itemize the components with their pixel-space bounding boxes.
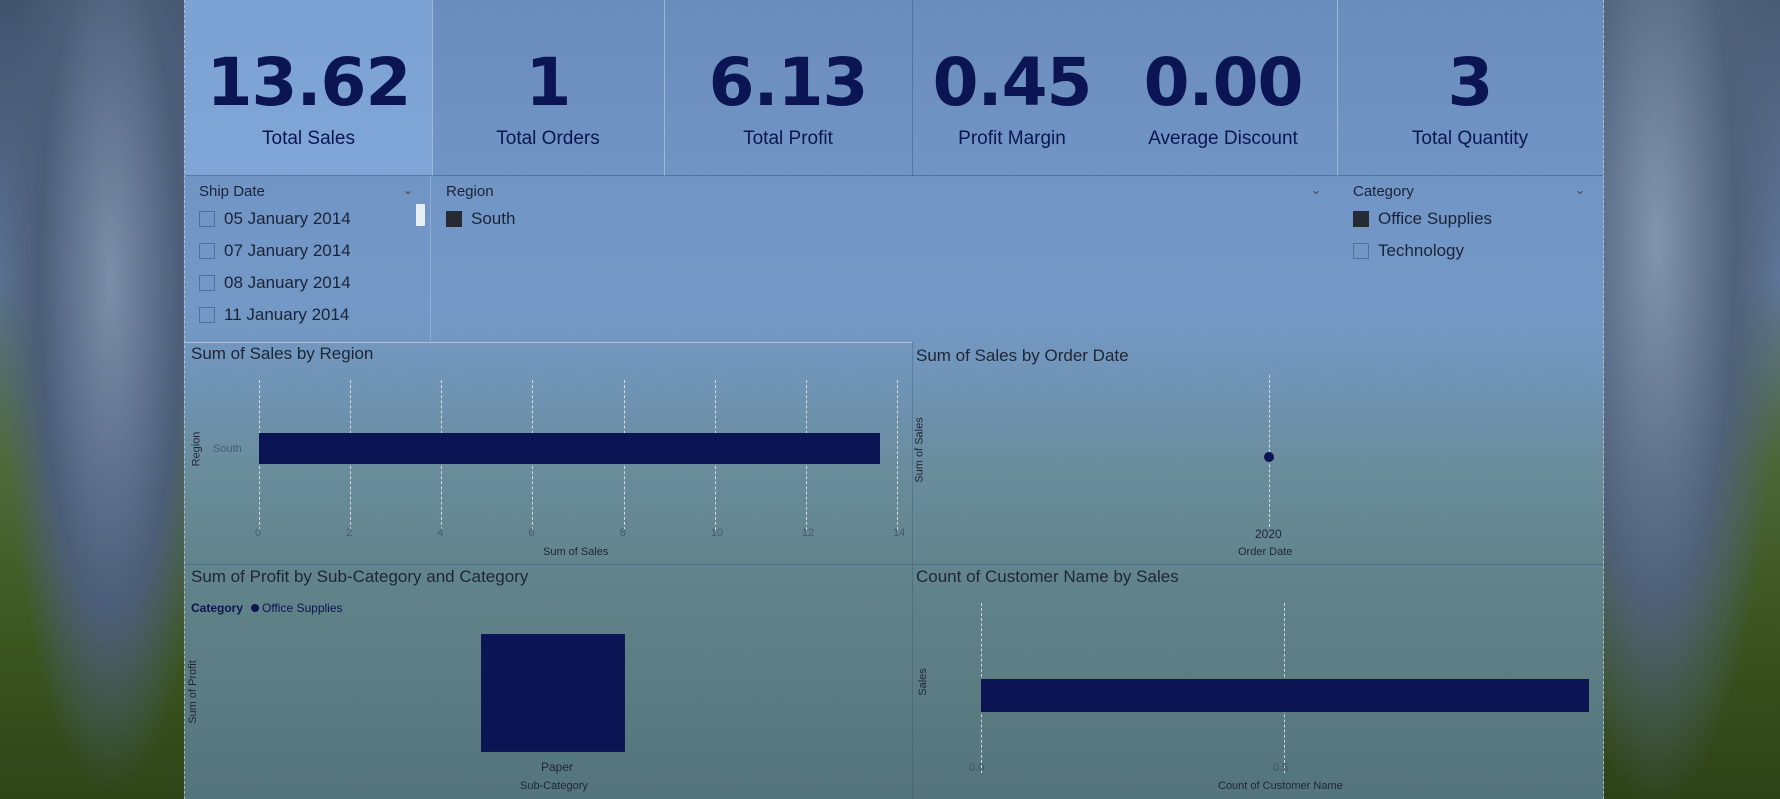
kpi-label: Total Profit (743, 128, 833, 149)
background-left (0, 0, 184, 799)
divider (912, 342, 913, 799)
divider (912, 0, 913, 176)
legend-title: Category (191, 601, 244, 615)
kpi-label: Total Sales (262, 128, 355, 149)
slicer-item[interactable]: 08 January 2014 (199, 273, 351, 293)
kpi-card-average-discount[interactable]: 0.00 Average Discount (1112, 0, 1334, 176)
y-axis-title: Region (190, 431, 203, 467)
x-tick-label: 4 (437, 527, 444, 539)
kpi-value: 0.00 (1143, 44, 1304, 121)
x-tick-label: 2020 (1255, 527, 1282, 541)
kpi-value: 6.13 (708, 44, 869, 121)
chart-title: Sum of Sales by Region (191, 344, 374, 363)
x-tick-label: 0.5 (1273, 762, 1289, 774)
chart-title: Sum of Sales by Order Date (916, 346, 1129, 365)
kpi-card-total-profit[interactable]: 6.13 Total Profit (664, 0, 912, 176)
kpi-card-total-orders[interactable]: 1 Total Orders (432, 0, 664, 176)
background-right (1604, 0, 1780, 799)
legend-item-label[interactable]: Office Supplies (262, 601, 343, 615)
legend-marker (251, 604, 260, 612)
checkbox[interactable] (1353, 211, 1369, 227)
slicer-item-label: 11 January 2014 (224, 305, 350, 324)
checkbox[interactable] (199, 275, 215, 291)
slicer-item-label: Office Supplies (1378, 209, 1493, 228)
slicer-item-label: 07 January 2014 (224, 241, 351, 260)
slicer-item[interactable]: 11 January 2014 (199, 305, 349, 325)
x-axis-title: Order Date (1238, 546, 1293, 558)
divider (185, 342, 912, 343)
y-tick-label: South (213, 443, 242, 455)
divider (185, 175, 1603, 176)
y-axis-title: Sales (916, 668, 929, 696)
chart-title: Count of Customer Name by Sales (916, 567, 1179, 586)
x-tick-label: 2 (346, 527, 353, 539)
bar-paper[interactable] (481, 634, 625, 752)
divider (432, 0, 433, 176)
x-axis-title: Sub-Category (520, 780, 588, 792)
x-tick-label: Paper (541, 760, 574, 774)
slicer-scrollbar[interactable] (416, 204, 425, 226)
divider (1337, 0, 1338, 176)
x-axis-title: Count of Customer Name (1218, 780, 1343, 792)
checkbox[interactable] (199, 211, 215, 227)
slicer-item-label: Technology (1378, 241, 1465, 260)
bar-count[interactable] (981, 679, 1589, 712)
slicer-item-label: 08 January 2014 (224, 273, 351, 292)
report-canvas: 13.62 Total Sales 1 Total Orders 6.13 To… (184, 0, 1604, 799)
kpi-card-total-quantity[interactable]: 3 Total Quantity (1337, 0, 1603, 176)
kpi-card-profit-margin[interactable]: 0.45 Profit Margin (912, 0, 1112, 176)
kpi-value: 1 (525, 44, 572, 121)
slicer-item[interactable]: South (446, 209, 515, 229)
slicer-item-label: 05 January 2014 (224, 209, 351, 228)
x-tick-label: 10 (710, 527, 723, 539)
x-tick-label: 6 (528, 527, 535, 539)
kpi-label: Total Orders (496, 128, 600, 149)
slicer-item-label: South (471, 209, 516, 228)
divider (185, 564, 1603, 565)
divider (664, 0, 665, 176)
checkbox[interactable] (199, 243, 215, 259)
gridline (1269, 375, 1270, 527)
kpi-value: 13.62 (206, 44, 412, 121)
kpi-label: Total Quantity (1411, 128, 1529, 149)
kpi-label: Profit Margin (958, 128, 1066, 149)
slicer-item[interactable]: Office Supplies (1353, 209, 1492, 229)
kpi-card-total-sales[interactable]: 13.62 Total Sales (185, 0, 432, 176)
kpi-value: 0.45 (932, 44, 1093, 121)
chevron-down-icon[interactable]: ⌄ (1575, 183, 1585, 197)
x-tick-label: 0 (255, 527, 262, 539)
slicer-item[interactable]: 07 January 2014 (199, 241, 351, 261)
x-tick-label: 8 (619, 527, 626, 539)
slicer-title-ship-date: Ship Date (199, 183, 265, 200)
x-tick-label: 14 (893, 527, 906, 539)
checkbox[interactable] (199, 307, 215, 323)
x-axis-title: Sum of Sales (543, 546, 609, 558)
x-tick-label: 12 (801, 527, 815, 539)
data-point[interactable] (1264, 452, 1274, 462)
kpi-label: Average Discount (1148, 128, 1298, 149)
checkbox[interactable] (446, 211, 462, 227)
divider (430, 176, 431, 341)
slicer-item[interactable]: Technology (1353, 241, 1464, 261)
slicer-title-category: Category (1353, 183, 1414, 200)
bar-south[interactable] (259, 433, 880, 464)
slicer-item[interactable]: 05 January 2014 (199, 209, 351, 229)
y-axis-title: Sum of Sales (913, 417, 926, 483)
kpi-value: 3 (1447, 44, 1494, 121)
checkbox[interactable] (1353, 243, 1369, 259)
chevron-down-icon[interactable]: ⌄ (1311, 183, 1321, 197)
gridline (897, 380, 898, 530)
x-tick-label: 0.0 (969, 762, 985, 774)
chevron-down-icon[interactable]: ⌄ (403, 183, 413, 197)
slicer-title-region: Region (446, 183, 494, 200)
legend[interactable]: Category Office Supplies (191, 601, 343, 615)
y-axis-title: Sum of Profit (186, 660, 199, 724)
chart-title: Sum of Profit by Sub-Category and Catego… (191, 567, 529, 586)
